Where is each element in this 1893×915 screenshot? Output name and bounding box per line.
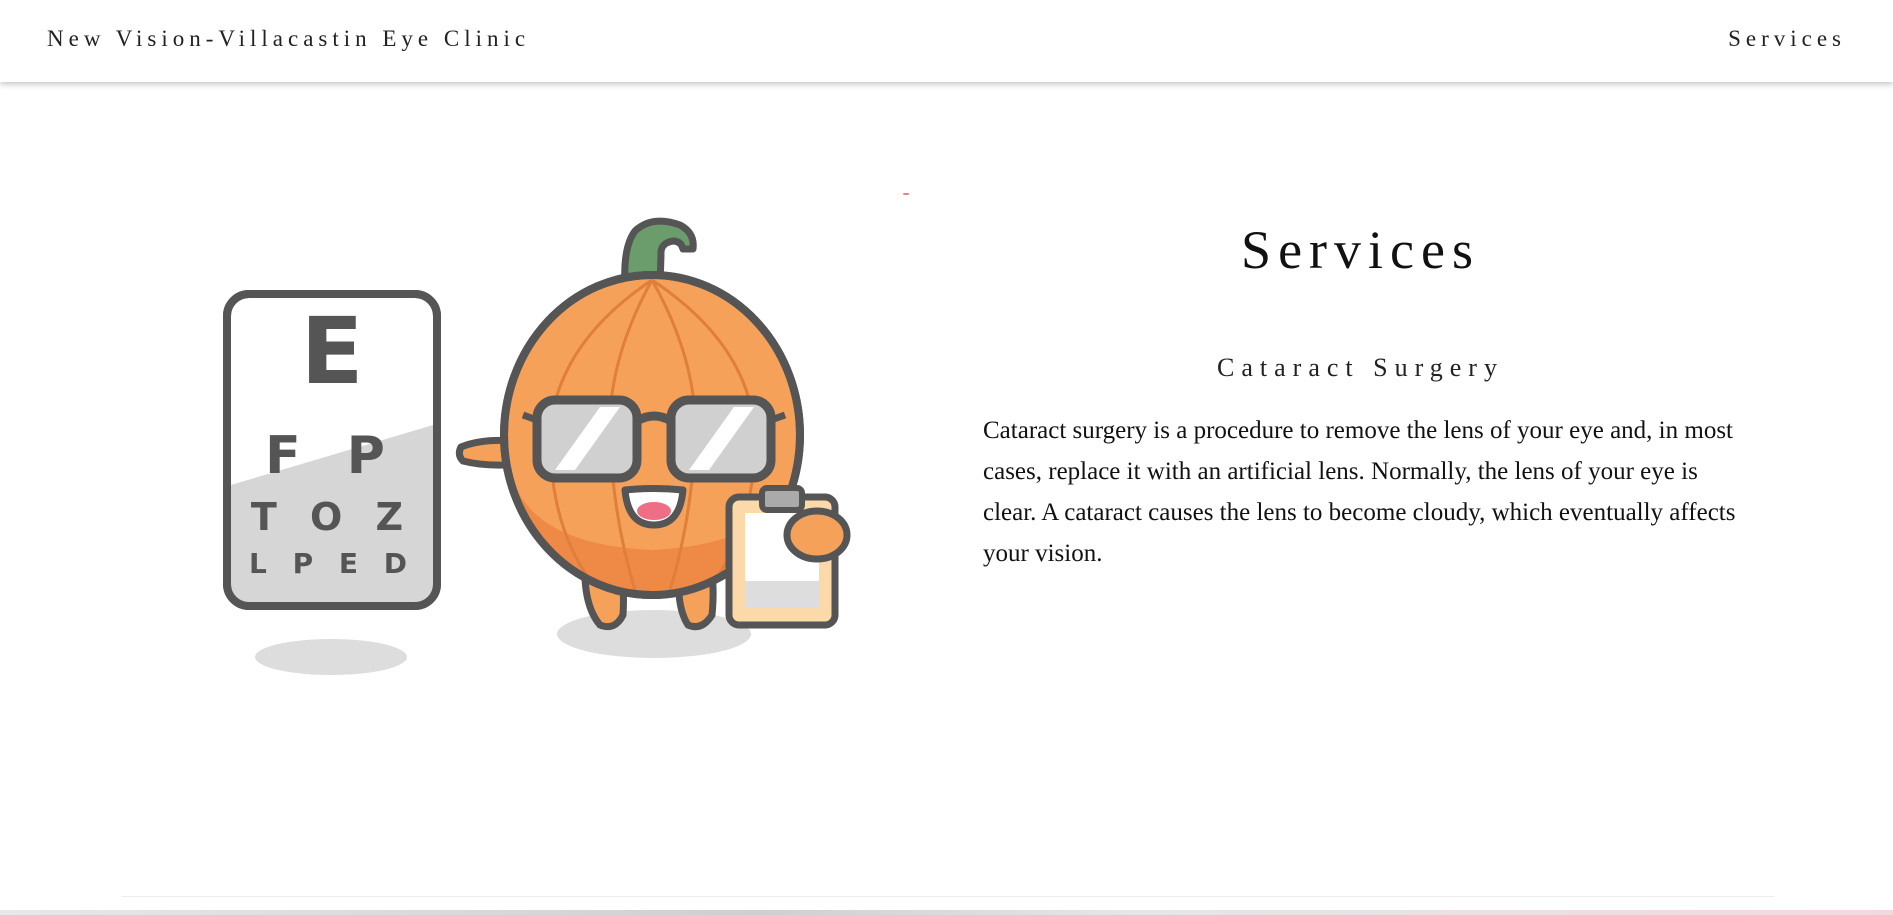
eye-chart-row-4: L P E D bbox=[249, 547, 415, 580]
top-navigation-bar: New Vision-Villacastin Eye Clinic Servic… bbox=[0, 0, 1893, 82]
pumpkin-character-icon bbox=[455, 217, 851, 631]
service-name: Cataract Surgery bbox=[1217, 353, 1504, 382]
eye-chart-shadow bbox=[255, 639, 407, 675]
bottom-strip bbox=[0, 910, 1893, 915]
pumpkin-eye-doctor-illustration: E F P T O Z L P E D bbox=[205, 185, 885, 685]
eye-chart-row-3: T O Z bbox=[251, 495, 413, 539]
eye-chart-row-1: E bbox=[301, 298, 364, 405]
decorative-mark bbox=[903, 193, 909, 195]
eye-chart-row-2: F P bbox=[265, 426, 399, 486]
service-description: Cataract surgery is a procedure to remov… bbox=[983, 417, 1736, 567]
smile-icon bbox=[621, 485, 687, 529]
page-title: Services bbox=[1241, 220, 1480, 280]
footer-divider bbox=[122, 896, 1774, 897]
services-section: Services Cataract Surgery Cataract surge… bbox=[983, 210, 1738, 574]
brand-link[interactable]: New Vision-Villacastin Eye Clinic bbox=[47, 26, 530, 52]
eye-chart-icon: E F P T O Z L P E D bbox=[223, 290, 441, 610]
nav-link-services[interactable]: Services bbox=[1728, 26, 1846, 52]
pumpkin-shadow bbox=[557, 610, 751, 658]
